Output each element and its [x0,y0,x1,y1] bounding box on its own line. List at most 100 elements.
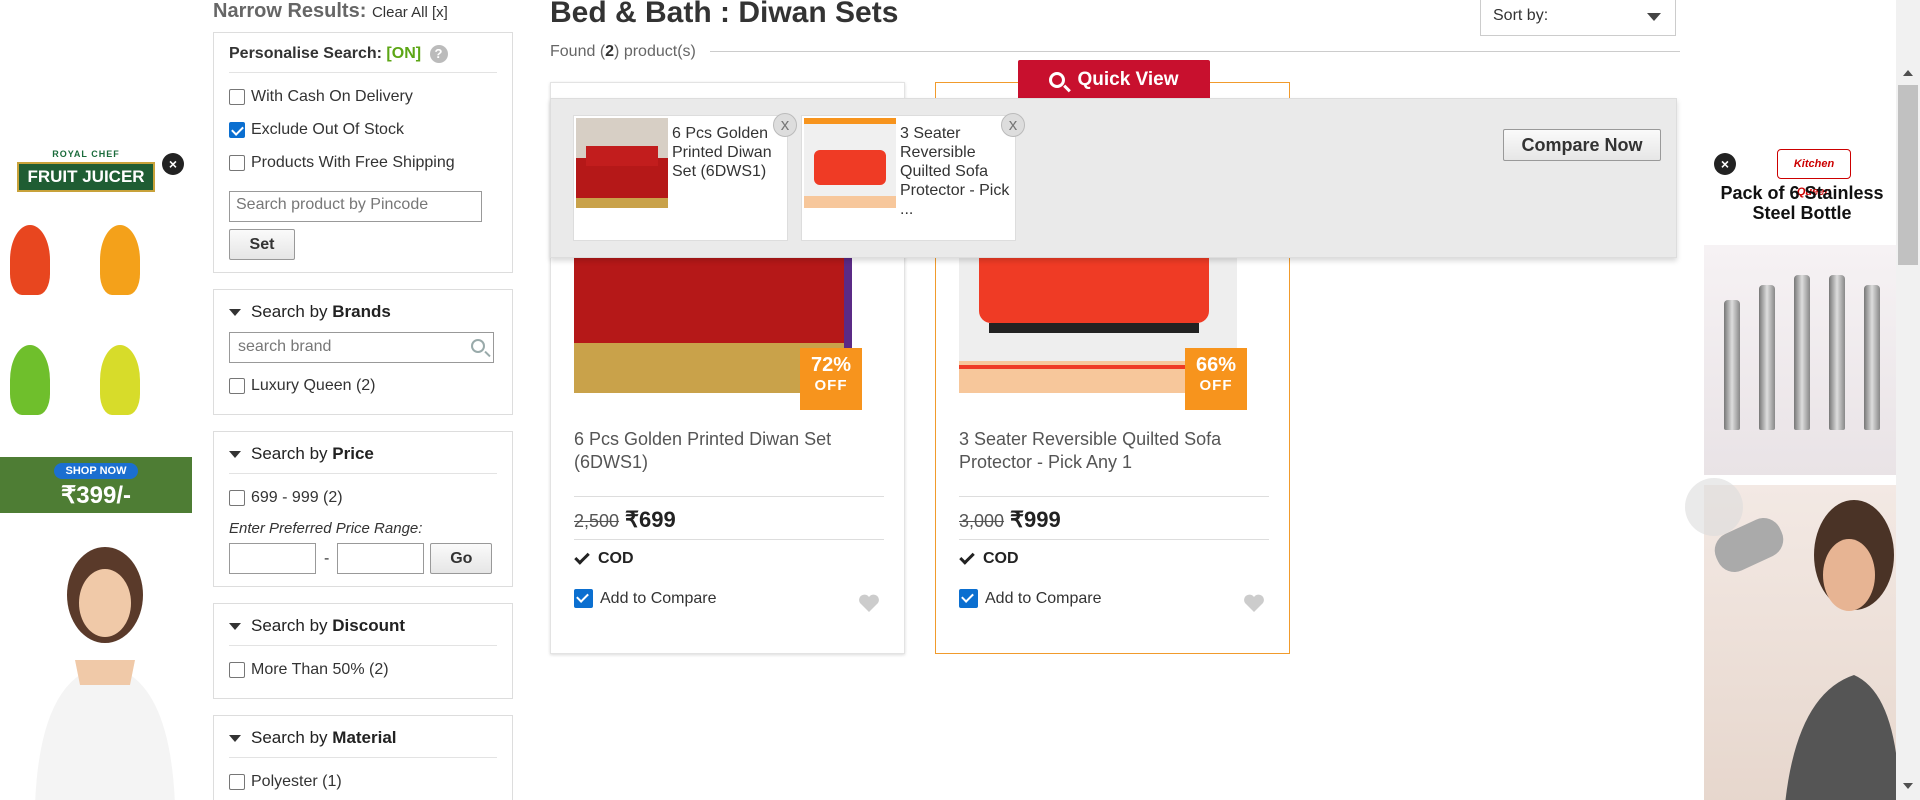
wishlist-heart-icon[interactable] [858,593,880,613]
facet-title: Material [332,728,397,748]
bottles-image [1704,245,1900,475]
ad-brand-big: FRUIT JUICER [17,162,155,192]
shop-now-button[interactable]: SHOP NOW [53,463,139,479]
checkbox[interactable] [229,121,245,138]
sidebar: Narrow Results: Clear All [x] Personalis… [213,0,513,800]
collapse-triangle-icon [229,450,241,458]
material-facet-toggle[interactable]: Search by Material [229,728,497,748]
price-option-label: 699 - 999 (2) [251,488,343,506]
product-name-link[interactable]: 6 Pcs Golden Printed Diwan Set (6DWS1) [574,428,884,474]
pincode-input[interactable]: Search product by Pincode [229,191,482,223]
brand-search-input[interactable]: search brand [229,332,494,364]
facet-title: Price [332,444,374,464]
discount-facet-toggle[interactable]: Search by Discount [229,616,497,636]
price-panel: Search by Price 699 - 999 (2) Enter Pref… [213,431,513,588]
cod-filter-label: With Cash On Delivery [251,87,413,105]
close-icon[interactable]: x [1001,113,1025,137]
ad-price: ₹399/- [61,482,131,509]
narrow-results-title: Narrow Results: [213,0,367,22]
checkbox[interactable] [229,661,245,678]
facet-title: Brands [332,302,391,322]
mrp: 2,500 [574,511,620,531]
search-icon[interactable] [471,339,485,354]
cod-indicator: COD [574,549,634,568]
discount-option-label: More Than 50% (2) [251,660,389,678]
check-icon [959,549,975,565]
quick-view-button[interactable]: Quick View [1018,60,1210,100]
scroll-down-arrow-icon[interactable] [1903,783,1913,789]
cod-filter[interactable]: With Cash On Delivery [229,80,497,113]
juicer-image [100,345,140,415]
scroll-to-top-button[interactable] [1685,478,1743,536]
compare-label: Add to Compare [600,589,717,607]
model-image [1704,485,1900,800]
compare-item-name: 6 Pcs Golden Printed Diwan Set (6DWS1) [672,125,772,180]
facet-prefix: Search by [251,616,328,636]
ad-shop-strip[interactable]: SHOP NOW ₹399/- [0,457,192,513]
personalise-status[interactable]: [ON] [386,45,421,62]
discount-option[interactable]: More Than 50% (2) [229,653,497,686]
sort-dropdown[interactable]: Sort by: [1480,0,1676,36]
brand-option-label: Luxury Queen (2) [251,376,376,394]
material-option[interactable]: Polyester (1) [229,765,497,798]
add-to-compare[interactable]: Add to Compare [574,589,717,608]
add-to-compare[interactable]: Add to Compare [959,589,1102,608]
compare-now-button[interactable]: Compare Now [1503,129,1661,161]
collapse-triangle-icon [229,622,241,630]
left-advertisement[interactable]: ROYAL CHEF FRUIT JUICER × SHOP NOW ₹399/… [0,145,192,800]
compare-item[interactable]: 6 Pcs Golden Printed Diwan Set (6DWS1) [573,115,788,241]
chevron-down-icon [1647,13,1661,21]
compare-item-name: 3 Seater Reversible Quilted Sofa Protect… [900,125,1010,218]
exclude-out-of-stock-filter[interactable]: Exclude Out Of Stock [229,113,497,146]
checkbox[interactable] [229,154,245,171]
currency-symbol: ₹ [1010,507,1025,532]
discount-percent: 66% [1195,354,1237,376]
ad-brand-logo: Kitchen Queen [1777,149,1851,198]
scroll-up-arrow-icon[interactable] [1903,70,1913,76]
compare-checkbox[interactable] [574,589,593,608]
checkbox[interactable] [229,88,245,105]
max-price-input[interactable] [337,543,425,575]
brand-search-placeholder: search brand [238,338,332,356]
help-icon[interactable]: ? [429,45,448,63]
go-button[interactable]: Go [430,543,493,575]
page-title: Bed & Bath : Diwan Sets [550,0,899,29]
quick-view-label: Quick View [1077,69,1179,90]
collapse-triangle-icon [229,734,241,742]
product-name-link[interactable]: 3 Seater Reversible Quilted Sofa Protect… [959,428,1269,474]
min-price-input[interactable] [229,543,316,575]
close-icon[interactable]: x [773,113,797,137]
price-facet-toggle[interactable]: Search by Price [229,444,497,464]
checkbox[interactable] [229,773,245,790]
page-scrollbar[interactable] [1896,0,1920,800]
checkbox[interactable] [229,377,245,394]
discount-percent: 72% [810,354,852,376]
free-shipping-filter[interactable]: Products With Free Shipping [229,146,497,179]
facet-prefix: Search by [251,444,328,464]
cod-indicator: COD [959,549,1019,568]
brands-facet-toggle[interactable]: Search by Brands [229,302,497,322]
right-advertisement[interactable]: × Kitchen Queen Pack of 6 Stainless Stee… [1704,145,1900,800]
compare-item[interactable]: 3 Seater Reversible Quilted Sofa Protect… [801,115,1016,241]
discount-badge: 72% OFF [800,348,862,410]
close-ad-icon[interactable]: × [162,153,184,175]
clear-all-link[interactable]: Clear All [x] [372,4,448,21]
currency-symbol: ₹ [625,507,640,532]
set-pincode-button[interactable]: Set [229,229,295,261]
ad-brand-small: ROYAL CHEF [52,149,120,159]
brands-panel: Search by Brands search brand Luxury Que… [213,289,513,416]
compare-checkbox[interactable] [959,589,978,608]
price-option[interactable]: 699 - 999 (2) [229,481,497,514]
close-ad-icon[interactable]: × [1714,153,1736,175]
scrollbar-thumb[interactable] [1898,85,1918,265]
exclude-out-of-stock-label: Exclude Out Of Stock [251,120,404,138]
mrp: 3,000 [959,511,1005,531]
juicer-image [100,225,140,295]
checkbox[interactable] [229,489,245,506]
wishlist-heart-icon[interactable] [1243,593,1265,613]
material-panel: Search by Material Polyester (1) [213,715,513,800]
discount-off: OFF [1199,377,1233,394]
found-suffix: ) product(s) [614,43,696,60]
brand-option[interactable]: Luxury Queen (2) [229,369,497,402]
cod-label: COD [598,550,634,567]
